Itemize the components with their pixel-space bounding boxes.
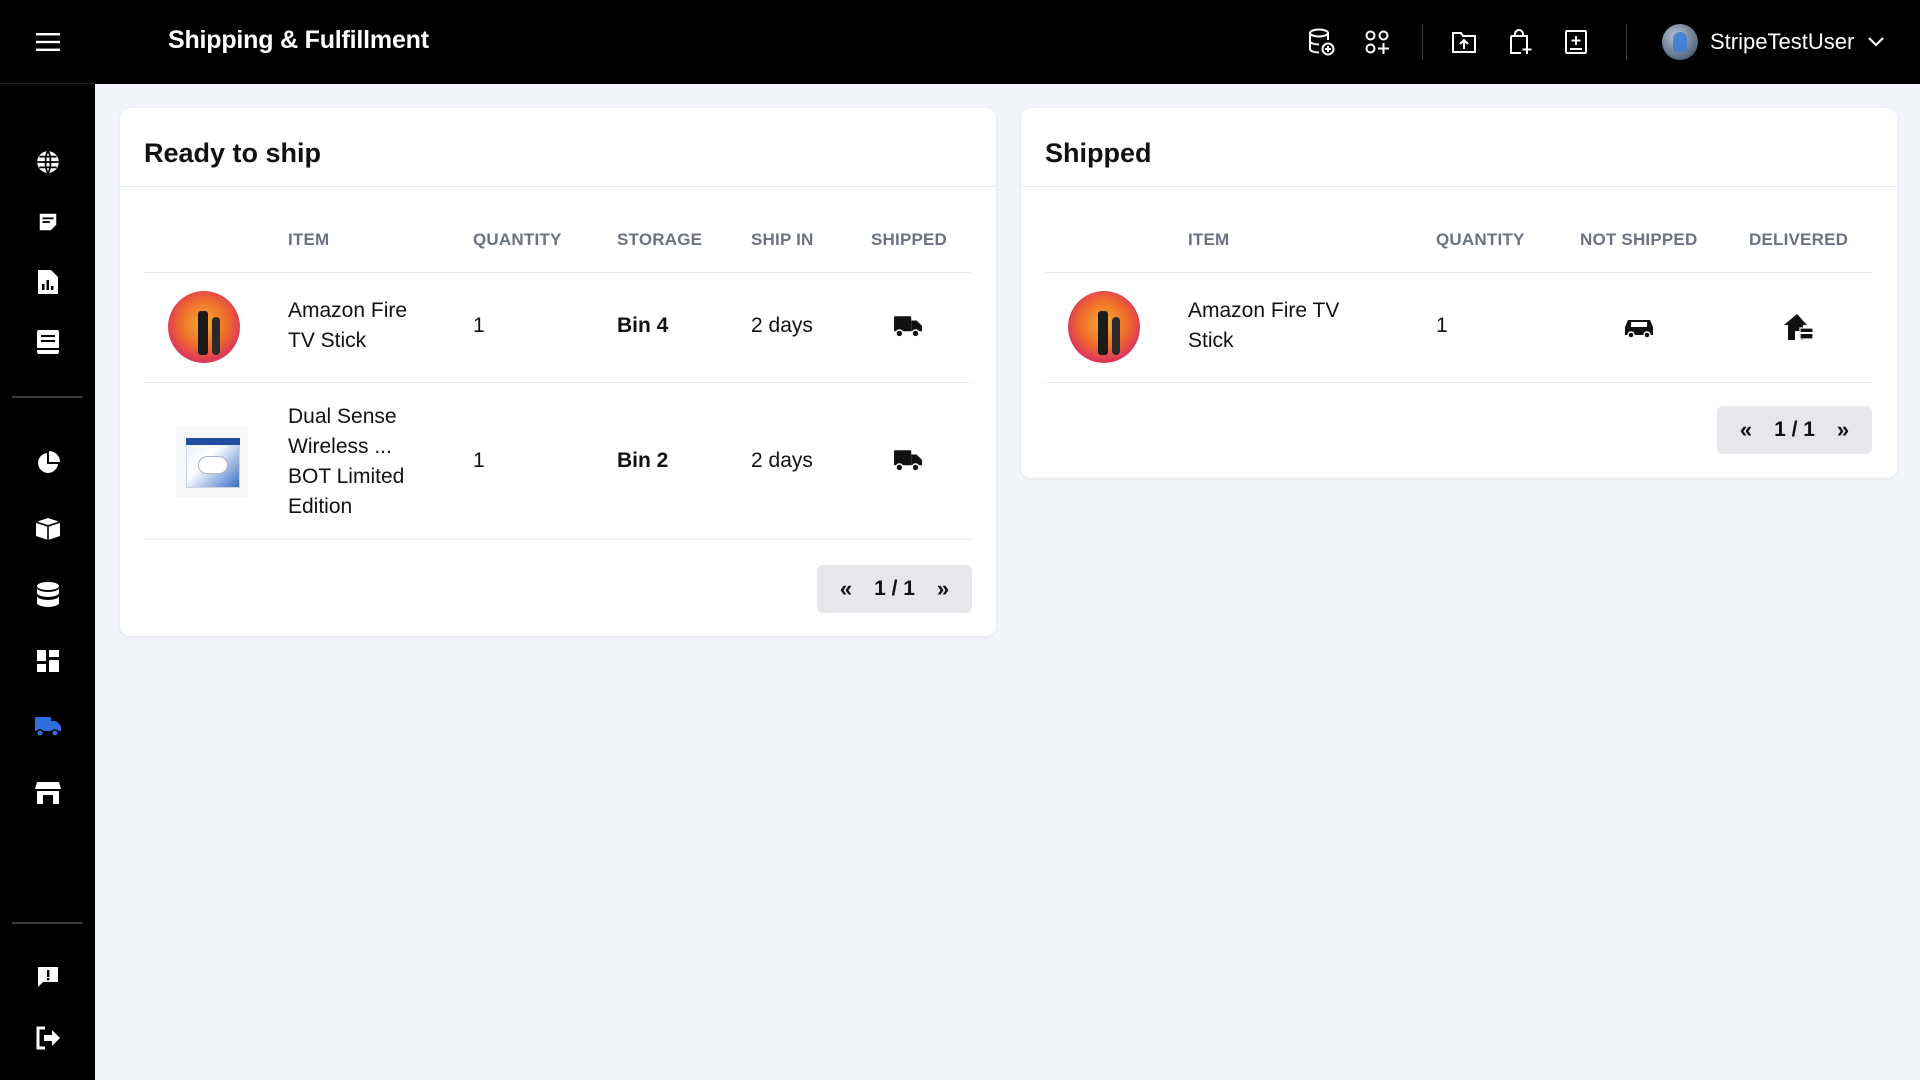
next-page-button[interactable]: » [1832,417,1854,443]
table-header-divider [1044,272,1872,273]
quantity-value: 1 [473,314,485,337]
add-box-button[interactable] [1556,22,1596,62]
database-add-icon [1309,28,1335,56]
box-icon [35,518,60,540]
shipped-card: Shipped ITEM QUANTITY NOT SHIPPED DELIVE… [1021,108,1897,478]
row-divider [1044,382,1872,383]
product-thumbnail [168,291,240,363]
sidebar-item-book[interactable] [0,317,95,367]
pie-chart-icon [37,451,60,473]
item-name: Amazon Fire TV Stick [1188,299,1340,352]
sidebar-item-logout[interactable] [0,1013,95,1063]
card-header-divider [120,186,996,187]
product-thumbnail [176,426,248,498]
quantity-value: 1 [473,449,485,472]
column-header-item: ITEM [288,230,330,249]
username: StripeTestUser [1710,29,1855,54]
globe-icon [36,150,59,174]
avatar [1662,24,1698,60]
ready-to-ship-card: Ready to ship ITEM QUANTITY STORAGE SHIP… [120,108,996,636]
storage-value: Bin 4 [617,314,669,337]
upload-folder-button[interactable] [1444,22,1484,62]
sidebar-item-database[interactable] [0,570,95,620]
top-bar: Shipping & Fulfillment StripeTestUser [95,0,1920,84]
card-title: Ready to ship [144,138,322,168]
pagination: « 1 / 1 » [1717,406,1872,454]
apps-add-button[interactable] [1357,22,1397,62]
sidebar-divider-bottom [12,922,83,924]
mark-not-shipped-button[interactable] [1619,307,1659,347]
truck-icon [894,316,922,338]
column-header-quantity: QUANTITY [473,230,562,249]
card-header-divider [1021,186,1897,187]
column-header-ship-in: SHIP IN [751,230,814,249]
card-title: Shipped [1045,138,1152,168]
column-header-delivered: DELIVERED [1749,230,1849,249]
column-header-not-shipped: NOT SHIPPED [1580,230,1698,249]
database-add-button[interactable] [1302,22,1342,62]
add-box-icon [1565,30,1587,54]
page-indicator: 1 / 1 [1774,418,1815,441]
truck-front-icon [1625,320,1653,338]
sidebar-item-feedback[interactable] [0,952,95,1002]
storage-value: Bin 2 [617,449,669,472]
book-icon [36,330,59,354]
ship-in-value: 2 days [751,314,813,337]
sidebar-item-box[interactable] [0,504,95,554]
home-delivery-icon [1784,314,1814,340]
bag-add-button[interactable] [1500,22,1540,62]
row-divider [144,539,972,540]
next-page-button[interactable]: » [932,576,954,602]
hamburger-icon [35,32,60,51]
item-name: Dual Sense Wireless ... BOT Limited Edit… [288,405,405,518]
column-header-item: ITEM [1188,230,1230,249]
page-indicator: 1 / 1 [874,577,915,600]
store-icon [34,782,61,804]
report-icon [37,270,58,294]
menu-button[interactable] [0,0,95,84]
header-separator [1422,24,1423,60]
sidebar-divider [12,396,83,398]
logout-icon [36,1026,60,1050]
sidebar-item-report[interactable] [0,257,95,307]
upload-folder-icon [1452,32,1476,53]
chevron-down-icon [1868,37,1885,47]
prev-page-button[interactable]: « [835,576,857,602]
truck-icon [894,450,922,472]
header-separator [1626,24,1627,60]
notes-icon [39,213,56,231]
column-header-storage: STORAGE [617,230,703,249]
sidebar-item-notes[interactable] [0,197,95,247]
item-name: Amazon Fire TV Stick [288,299,408,352]
table-header-divider [144,272,972,273]
quantity-value: 1 [1436,314,1448,337]
dashboard-icon [36,650,59,672]
sidebar-item-shipping[interactable] [0,702,95,752]
feedback-icon [37,967,58,987]
sidebar-item-pie-chart[interactable] [0,438,95,488]
column-header-quantity: QUANTITY [1436,230,1525,249]
sidebar-item-dashboard[interactable] [0,636,95,686]
mark-shipped-button[interactable] [888,307,928,347]
truck-icon [34,717,61,737]
sidebar-item-store[interactable] [0,768,95,818]
sidebar-item-globe[interactable] [0,137,95,187]
row-divider [144,382,972,383]
sidebar [0,0,95,1080]
mark-delivered-button[interactable] [1779,307,1819,347]
bag-add-icon [1510,29,1532,54]
pagination: « 1 / 1 » [817,565,972,613]
product-thumbnail [1068,291,1140,363]
apps-add-icon [1365,30,1389,54]
ship-in-value: 2 days [751,449,813,472]
prev-page-button[interactable]: « [1735,417,1757,443]
column-header-shipped: SHIPPED [871,230,948,249]
page-title: Shipping & Fulfillment [168,26,429,54]
user-menu[interactable]: StripeTestUser [1662,22,1885,62]
database-icon [36,582,59,607]
mark-shipped-button[interactable] [888,441,928,481]
